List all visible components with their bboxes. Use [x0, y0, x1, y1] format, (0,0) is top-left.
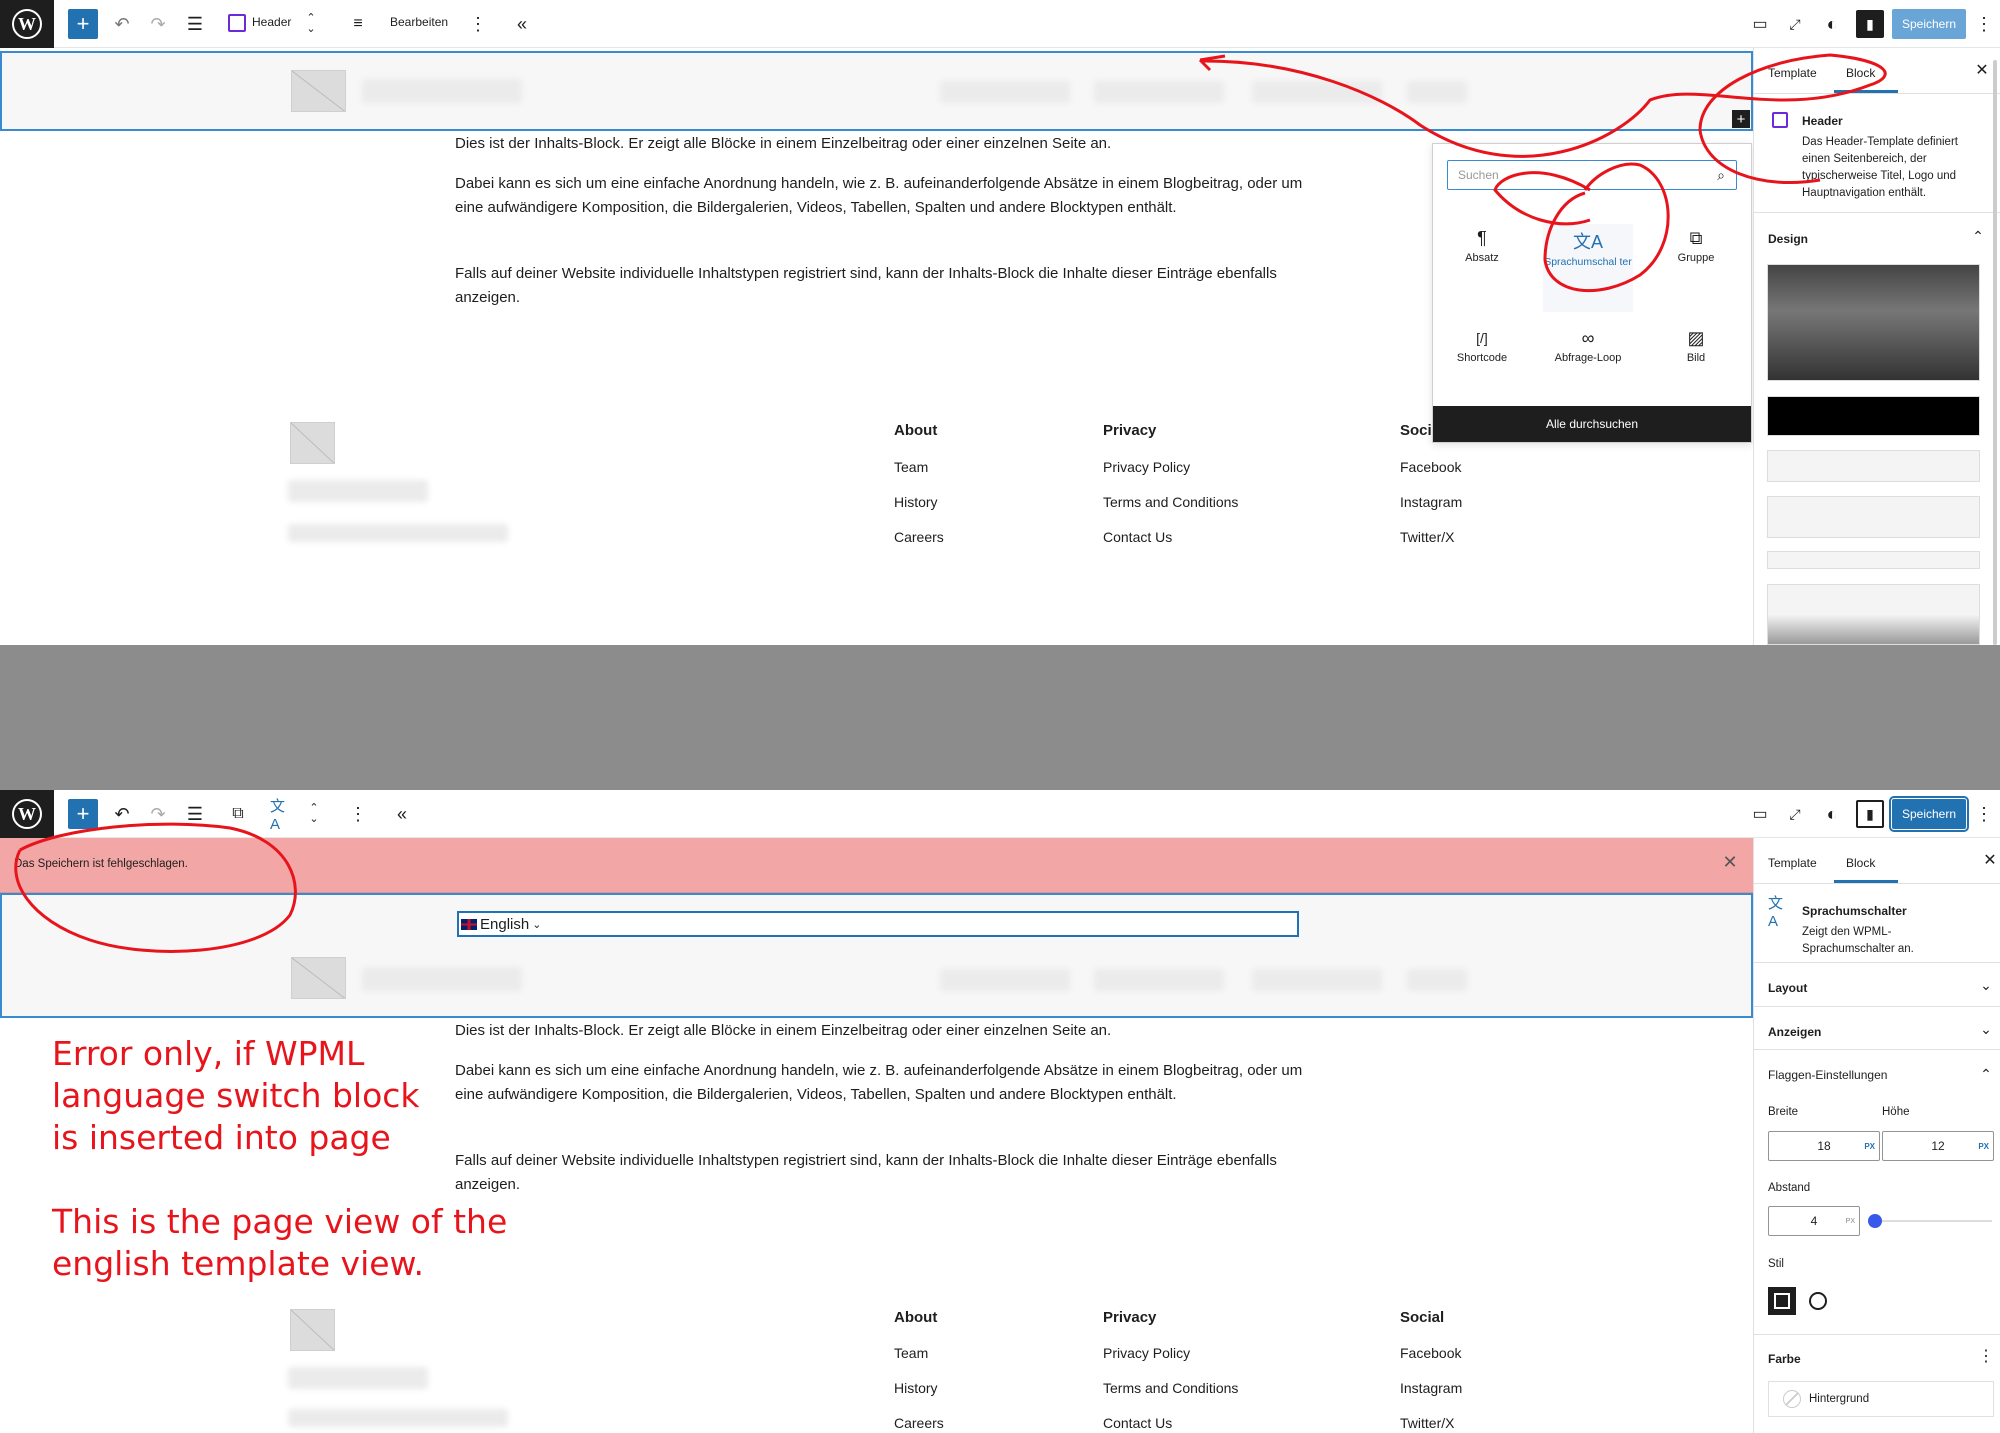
red-annotation-strokes — [1198, 53, 1887, 293]
gray-separator — [0, 645, 2000, 790]
screenshot-collage: W + ↶ ↷ ☰ Header ⌃ ⌄ ≡ Bearbeiten ⋮ « ▭ ⤢… — [0, 0, 2000, 1433]
red-annotation-circle — [14, 822, 297, 953]
bottom-editor-view: W + ↶ ↷ ☰ ⧉ 文A ⌃ ⌄ ⋮ « ▭ ⤢ ◐ ▮ Speichern … — [0, 790, 2000, 1433]
top-editor-view: W + ↶ ↷ ☰ Header ⌃ ⌄ ≡ Bearbeiten ⋮ « ▭ ⤢… — [0, 0, 2000, 645]
